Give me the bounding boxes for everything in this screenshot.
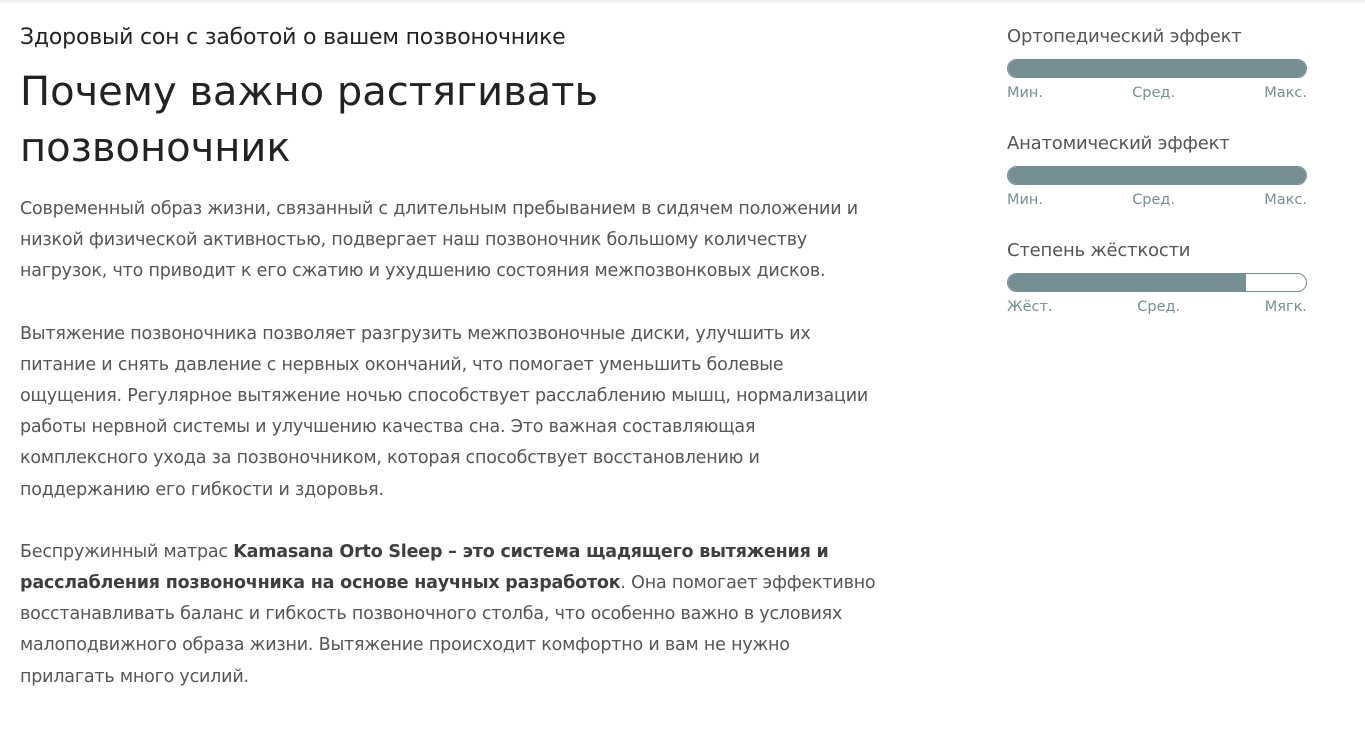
paragraph-3-prefix: Беспружинный матрас <box>20 541 234 562</box>
scale-mid-label: Сред. <box>1137 299 1181 315</box>
scale-max-label: Макс. <box>1264 192 1307 208</box>
scale-max-label: Макс. <box>1264 85 1307 101</box>
metric-bar <box>1007 273 1307 292</box>
metric-scale: Мин. Сред. Макс. <box>1007 84 1307 102</box>
article-subtitle: Здоровый сон с заботой о вашем позвоночн… <box>20 25 566 50</box>
metric-scale: Мин. Сред. Макс. <box>1007 191 1307 209</box>
metric-bar <box>1007 59 1307 78</box>
metric-scale: Жёст. Сред. Мягк. <box>1007 298 1307 316</box>
article-content: Здоровый сон с заботой о вашем позвоночн… <box>20 22 880 693</box>
metric-label: Анатомический эффект <box>1007 133 1230 154</box>
scale-mid-label: Сред. <box>1132 85 1176 101</box>
metric-label: Ортопедический эффект <box>1007 26 1242 47</box>
article-title: Почему важно растягивать позвоночник <box>20 69 599 171</box>
top-shadow-divider <box>0 0 1365 4</box>
metric-bar-fill <box>1008 60 1306 77</box>
scale-min-label: Мин. <box>1007 85 1044 101</box>
article-paragraph-1: Современный образ жизни, связанный с дли… <box>20 199 858 282</box>
article-paragraph-2: Вытяжение позвоночника позволяет разгруз… <box>20 323 869 500</box>
scale-mid-label: Сред. <box>1132 192 1176 208</box>
article-paragraph-3: Беспружинный матрас Kamasana Orto Sleep … <box>20 537 880 693</box>
metric-firmness: Степень жёсткости Жёст. Сред. Мягк. <box>1007 238 1307 345</box>
metric-bar <box>1007 166 1307 185</box>
scale-soft-label: Мягк. <box>1264 299 1307 315</box>
metric-anatomical-effect: Анатомический эффект Мин. Сред. Макс. <box>1007 131 1307 238</box>
scale-min-label: Мин. <box>1007 192 1044 208</box>
metric-orthopedic-effect: Ортопедический эффект Мин. Сред. Макс. <box>1007 24 1307 131</box>
product-characteristics: Ортопедический эффект Мин. Сред. Макс. А… <box>1007 24 1307 345</box>
metric-bar-fill <box>1008 274 1247 291</box>
metric-label: Степень жёсткости <box>1007 240 1191 261</box>
scale-hard-label: Жёст. <box>1007 299 1053 315</box>
metric-bar-fill <box>1008 167 1306 184</box>
